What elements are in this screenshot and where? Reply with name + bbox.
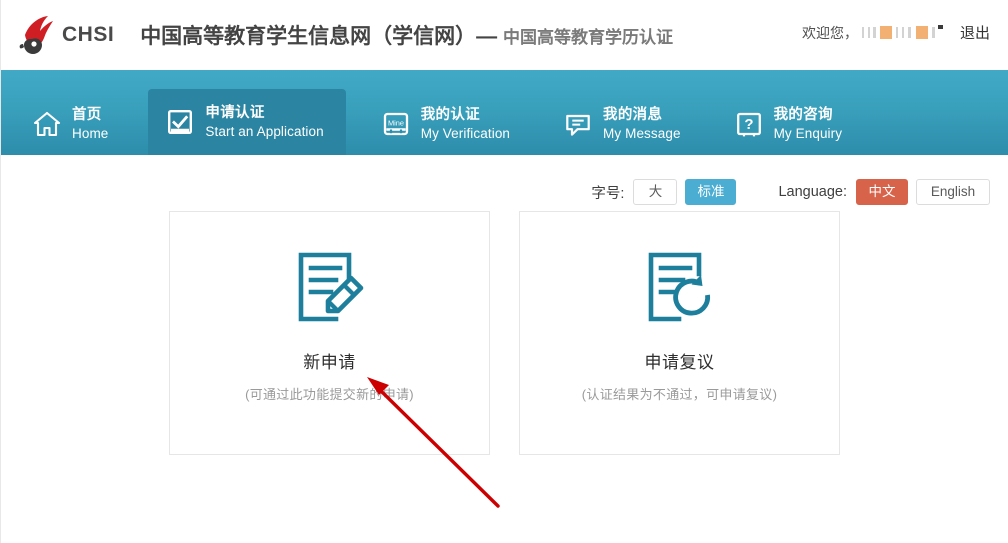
chsi-bird-logo-icon: [19, 16, 53, 54]
nav-item-my-message[interactable]: 我的消息 My Message: [550, 93, 699, 155]
card-title: 申请复议: [644, 353, 715, 372]
checkbox-icon: [168, 110, 193, 135]
card-new-application[interactable]: 新申请 (可通过此功能提交新的申请): [169, 211, 490, 455]
home-icon: [33, 111, 61, 137]
header-user-area: 欢迎您， 退出: [802, 22, 990, 43]
nav-label-en: My Enquiry: [773, 125, 843, 141]
site-title-sub: 中国高等教育学历认证: [503, 28, 674, 47]
nav-label-cn: 我的消息: [603, 107, 663, 124]
nav-item-home[interactable]: 首页 Home: [19, 93, 126, 155]
nav-label-en: Start an Application: [205, 123, 324, 139]
nav-label-en: My Message: [603, 125, 681, 141]
page-title: 中国高等教育学生信息网（学信网）— 中国高等教育学历认证: [140, 20, 673, 50]
site-title-main: 中国高等教育学生信息网（学信网）—: [140, 25, 498, 48]
document-refresh-icon: [648, 252, 710, 322]
language-label: Language:: [778, 184, 847, 200]
welcome-label: 欢迎您，: [801, 24, 858, 41]
nav-label-cn: 申请认证: [205, 105, 265, 122]
fontsize-label: 字号:: [591, 185, 625, 202]
fontsize-option-standard[interactable]: 标准: [685, 179, 737, 205]
display-settings-bar: 字号: 大 标准 Language: 中文 English: [1, 155, 1008, 209]
card-title: 新申请: [303, 353, 356, 372]
mine-badge-icon: Mine: [383, 112, 408, 136]
logout-button[interactable]: 退出: [960, 22, 990, 43]
card-description: (认证结果为不通过，可申请复议): [581, 387, 778, 402]
nav-label-en: Home: [72, 125, 109, 141]
language-option-chinese[interactable]: 中文: [856, 179, 908, 205]
fontsize-option-large[interactable]: 大: [633, 179, 678, 205]
nav-label-cn: 首页: [72, 107, 102, 124]
main-navigation: 首页 Home 申请认证 Start an Application Mine 我…: [1, 70, 1008, 155]
logo-wordmark: CHSI: [62, 23, 115, 46]
message-icon: [566, 114, 590, 136]
nav-label-cn: 我的认证: [420, 107, 480, 124]
nav-label-cn: 我的咨询: [773, 107, 833, 124]
nav-item-my-enquiry[interactable]: ? 我的咨询 My Enquiry: [721, 93, 861, 155]
nav-label-en: My Verification: [420, 125, 511, 141]
svg-text:Mine: Mine: [388, 119, 404, 128]
language-option-english[interactable]: English: [916, 179, 990, 205]
page-header: CHSI 中国高等教育学生信息网（学信网）— 中国高等教育学历认证 欢迎您， 退…: [1, 0, 1008, 70]
application-cards: 新申请 (可通过此功能提交新的申请) 申请复议 (认证结果为不通过，可申请复议): [1, 209, 1008, 455]
masked-username: [861, 24, 944, 41]
question-icon: ?: [736, 112, 761, 137]
card-description: (可通过此功能提交新的申请): [245, 387, 414, 402]
document-pencil-icon: [298, 252, 363, 322]
nav-item-my-verification[interactable]: Mine 我的认证 My Verification: [368, 93, 528, 155]
nav-item-start-application[interactable]: 申请认证 Start an Application: [148, 89, 346, 155]
site-logo[interactable]: CHSI: [19, 13, 114, 57]
card-request-review[interactable]: 申请复议 (认证结果为不通过，可申请复议): [519, 211, 840, 455]
